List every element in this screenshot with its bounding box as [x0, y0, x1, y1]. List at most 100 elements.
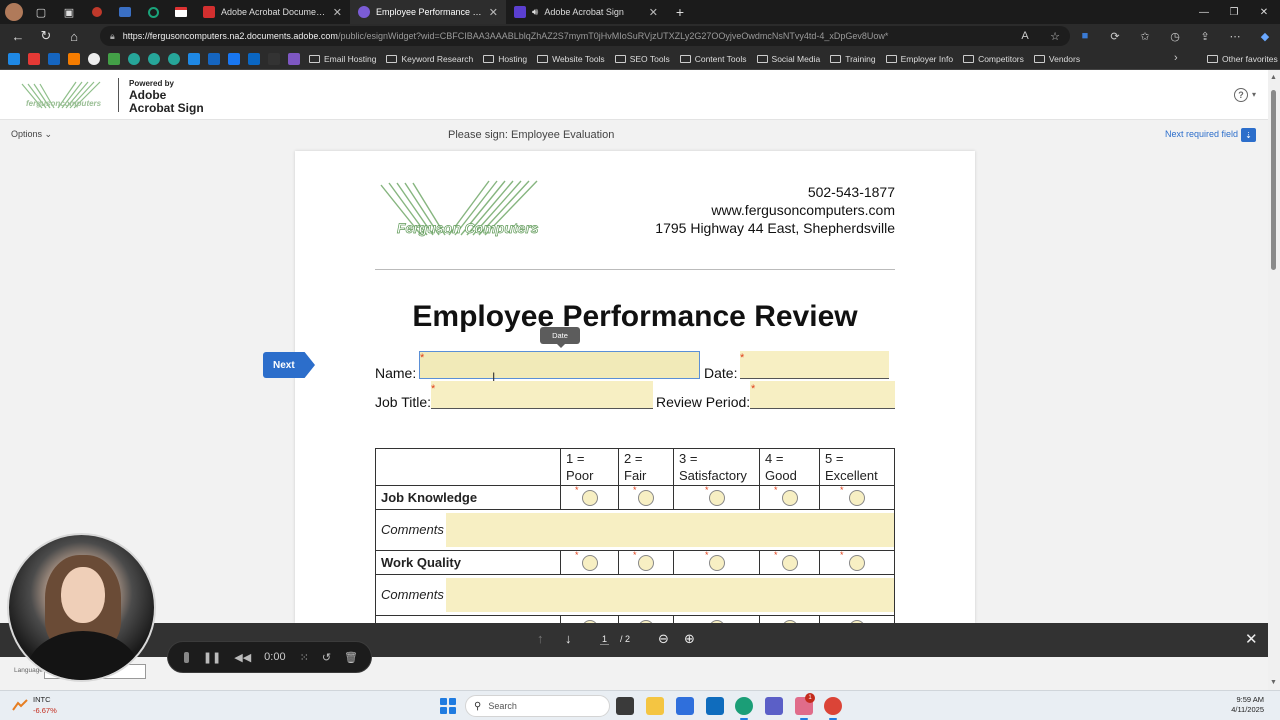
stock-ticker[interactable]: INTC [33, 695, 51, 704]
viewer-scrollbar[interactable]: ▲ ▼ [1268, 70, 1280, 690]
close-icon[interactable]: ✕ [489, 6, 498, 19]
fav-site-icon[interactable] [208, 52, 220, 65]
stop-icon[interactable] [184, 651, 189, 663]
options-menu-button[interactable]: Options ⌄ [11, 129, 52, 140]
cloud-icon[interactable] [88, 52, 100, 65]
webcam-bubble[interactable] [7, 533, 156, 682]
chevron-right-icon[interactable]: › [1174, 52, 1178, 64]
linkedin-icon[interactable] [248, 52, 260, 65]
rewind-icon[interactable]: ◀◀ [234, 651, 251, 664]
scroll-up-icon[interactable]: ▲ [1270, 74, 1277, 81]
rating-radio[interactable] [849, 489, 865, 506]
fav-site-icon[interactable] [188, 52, 200, 65]
help-icon[interactable]: ? [1234, 88, 1248, 102]
review-period-field[interactable] [750, 381, 895, 409]
fav-site-icon[interactable] [8, 52, 20, 65]
tab-employee-review[interactable]: Employee Performance Review W ✕ [350, 0, 506, 24]
zoom-out-icon[interactable]: ⊖ [658, 631, 669, 647]
workspaces-icon[interactable]: ▢ [33, 4, 49, 20]
comments-field[interactable] [446, 513, 894, 547]
close-icon[interactable]: ✕ [1245, 630, 1258, 648]
home-icon[interactable]: ⌂ [60, 24, 88, 48]
gmail-icon[interactable] [173, 4, 189, 20]
minimize-icon[interactable]: — [1188, 0, 1220, 24]
chevron-down-icon[interactable]: ▾ [1252, 90, 1256, 99]
other-favorites-folder[interactable]: Other favorites [1207, 48, 1278, 70]
extension-icon[interactable]: ■ [1070, 30, 1100, 42]
fav-site-icon[interactable] [148, 52, 160, 65]
fav-site-icon[interactable] [108, 52, 120, 65]
fav-site-icon[interactable] [48, 52, 60, 65]
job-title-field[interactable] [431, 381, 653, 409]
close-icon[interactable]: ✕ [333, 6, 342, 19]
rating-radio[interactable] [638, 489, 654, 506]
trash-icon[interactable]: 🗑︎ [344, 651, 358, 664]
fav-site-icon[interactable] [28, 52, 40, 65]
app-icon[interactable]: 1 [795, 693, 815, 720]
next-field-icon[interactable]: ⇣ [1241, 128, 1256, 142]
bookmark-folder[interactable]: Website Tools [537, 54, 605, 64]
facebook-icon[interactable] [228, 52, 240, 65]
read-aloud-icon[interactable]: A [1010, 30, 1040, 42]
bookmark-folder[interactable]: Vendors [1033, 54, 1080, 64]
bookmark-folder[interactable]: SEO Tools [614, 54, 670, 64]
scroll-down-icon[interactable]: ▼ [1270, 679, 1277, 686]
bookmark-folder[interactable]: Hosting [483, 54, 527, 64]
restore-icon[interactable]: ❐ [1218, 0, 1250, 24]
profile-avatar[interactable] [5, 3, 23, 21]
outlook-icon[interactable] [706, 697, 724, 715]
bookmark-folder[interactable]: Competitors [963, 54, 1024, 64]
fav-site-icon[interactable] [68, 52, 80, 65]
task-view-icon[interactable] [616, 697, 634, 715]
tab-actions-icon[interactable]: ▣ [61, 4, 77, 20]
current-page-input[interactable]: 1 [600, 634, 610, 645]
rating-radio[interactable] [581, 554, 598, 571]
fav-site-icon[interactable] [128, 52, 140, 65]
tab-acrobat-sign[interactable]: 🔊︎ Adobe Acrobat Sign ✕ [506, 0, 666, 24]
bookmark-folder[interactable]: Social Media [756, 54, 820, 64]
chrome-icon[interactable] [824, 697, 842, 720]
rating-radio[interactable] [781, 554, 798, 571]
recording-icon[interactable] [89, 4, 105, 20]
rating-radio[interactable] [581, 489, 598, 506]
pause-icon[interactable]: ❚❚ [203, 651, 221, 664]
site-icon-1[interactable] [117, 4, 133, 20]
bookmark-folder[interactable]: Email Hosting [309, 54, 376, 64]
scrollbar-thumb[interactable] [1271, 90, 1276, 270]
url-input[interactable]: 🔒︎ https://fergusoncomputers.na2.documen… [100, 26, 1070, 46]
grid-icon[interactable]: ⁙ [300, 651, 309, 664]
rating-radio[interactable] [781, 489, 798, 506]
date-field[interactable] [740, 351, 889, 379]
bookmark-folder[interactable]: Keyword Research [386, 54, 473, 64]
rating-radio[interactable] [849, 554, 865, 571]
stock-chart-icon[interactable] [12, 698, 28, 712]
comments-field[interactable] [446, 578, 894, 612]
new-tab-icon[interactable]: + [672, 4, 688, 20]
bookmark-folder[interactable]: Employer Info [885, 54, 953, 64]
next-field-flag[interactable]: Next [263, 352, 315, 378]
back-icon[interactable]: ← [4, 24, 32, 48]
refresh-icon[interactable]: ↻ [32, 24, 60, 48]
next-required-field-link[interactable]: Next required field [1165, 129, 1238, 139]
teams-icon[interactable] [765, 697, 783, 715]
previous-page-icon[interactable]: ↑ [537, 631, 544, 646]
zoom-in-icon[interactable]: ⊕ [684, 631, 695, 647]
fav-site-icon[interactable] [168, 52, 180, 65]
store-icon[interactable] [676, 697, 694, 715]
favorites-icon[interactable]: ✩ [1130, 30, 1160, 43]
tab-adobe-documents[interactable]: Adobe Acrobat Documents ✕ [195, 0, 350, 24]
site-icon-2[interactable] [145, 4, 161, 20]
rating-radio[interactable] [708, 489, 725, 506]
fav-site-icon[interactable] [288, 52, 300, 65]
sync-icon[interactable]: ⟳ [1100, 30, 1130, 43]
more-icon[interactable]: ⋯ [1220, 30, 1250, 43]
amazon-icon[interactable] [268, 52, 280, 65]
speaker-icon[interactable]: 🔊︎ [532, 7, 538, 18]
close-icon[interactable]: ✕ [649, 6, 658, 19]
windows-start-icon[interactable] [440, 698, 456, 714]
history-icon[interactable]: ◷ [1160, 30, 1190, 43]
next-page-icon[interactable]: ↓ [565, 631, 572, 646]
window-close-icon[interactable]: ✕ [1248, 0, 1280, 24]
share-icon[interactable]: ⇪ [1190, 30, 1220, 43]
restart-icon[interactable]: ↺ [322, 651, 331, 664]
